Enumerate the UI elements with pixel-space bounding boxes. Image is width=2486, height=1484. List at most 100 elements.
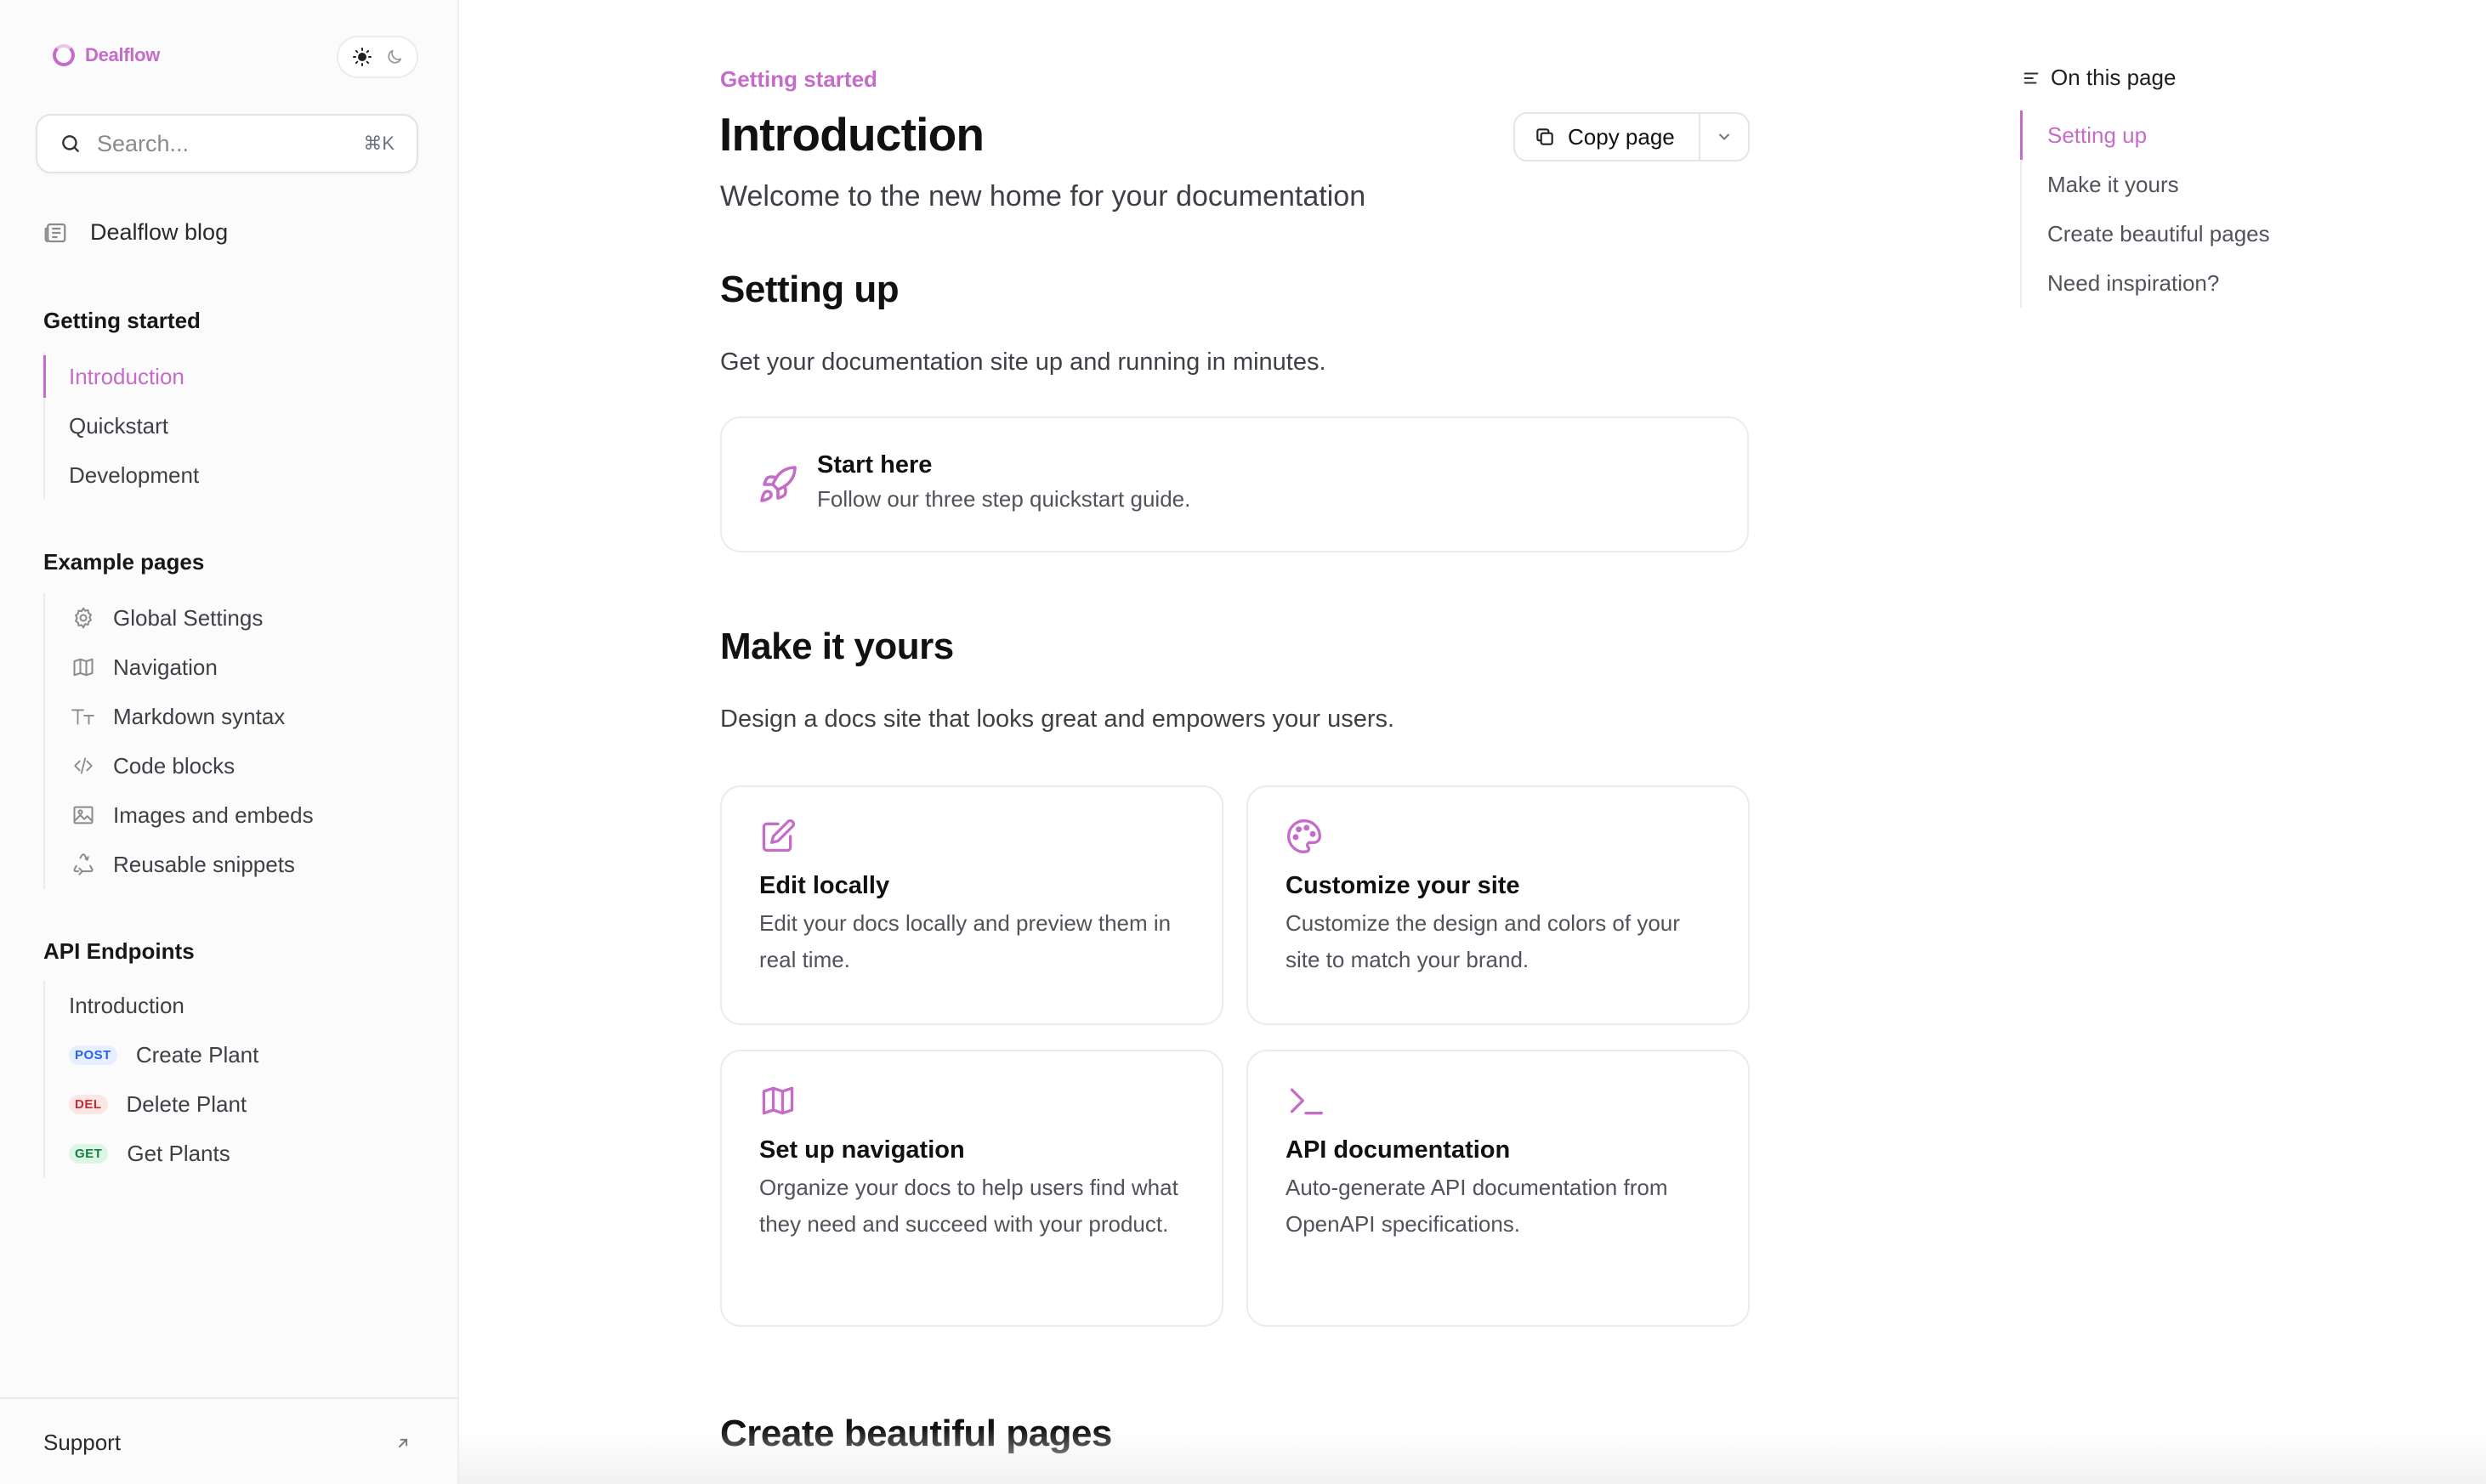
search-icon [60, 133, 82, 155]
card-description: Customize the design and colors of your … [1286, 910, 1680, 972]
sidebar-item-label: Create Plant [135, 1041, 259, 1068]
sidebar-item-label: Reusable snippets [113, 851, 295, 877]
start-here-card[interactable]: Start here Follow our three step quickst… [720, 416, 1749, 552]
copy-page-label: Copy page [1568, 123, 1675, 150]
newspaper-icon [43, 220, 68, 246]
sidebar-item-get-plants[interactable]: GET Get Plants [45, 1129, 419, 1178]
toc-item-create-beautiful-pages[interactable]: Create beautiful pages [2022, 209, 2270, 258]
group-title-api-endpoints: API Endpoints [43, 938, 195, 964]
group-title-getting-started: Getting started [43, 308, 201, 333]
search-shortcut: ⌘K [363, 133, 394, 154]
method-badge-get: GET [69, 1143, 109, 1164]
copy-page-group: Copy page [1513, 112, 1750, 161]
copy-page-button[interactable]: Copy page [1515, 114, 1699, 160]
sidebar: Dealflow Search... ⌘K Dealflow blog Gett… [0, 0, 459, 1484]
card-title: Set up navigation [759, 1136, 965, 1164]
group-api-endpoints: Introduction POST Create Plant DEL Delet… [43, 981, 419, 1178]
sun-icon[interactable] [352, 47, 372, 67]
code-icon [69, 755, 98, 777]
sidebar-item-markdown-syntax[interactable]: Markdown syntax [45, 692, 419, 741]
sidebar-item-label: Quickstart [69, 412, 169, 439]
sidebar-item-label: Navigation [113, 654, 218, 680]
card-edit-locally[interactable]: Edit locally Edit your docs locally and … [720, 785, 1223, 1025]
sidebar-item-images-and-embeds[interactable]: Images and embeds [45, 790, 419, 840]
sidebar-item-label: Code blocks [113, 752, 236, 779]
sidebar-item-label: Introduction [69, 363, 184, 389]
toc-item-setting-up[interactable]: Setting up [2020, 110, 2270, 160]
logo-icon [53, 44, 75, 66]
sidebar-item-quickstart[interactable]: Quickstart [45, 401, 419, 450]
card-description: Edit your docs locally and preview them … [759, 910, 1172, 972]
card-title: Start here [817, 451, 933, 479]
search-placeholder: Search... [97, 130, 190, 156]
sidebar-item-label: Delete Plant [126, 1090, 247, 1117]
sidebar-item-global-settings[interactable]: Global Settings [45, 593, 419, 643]
breadcrumb[interactable]: Getting started [720, 66, 877, 93]
sidebar-item-code-blocks[interactable]: Code blocks [45, 741, 419, 790]
sidebar-item-api-introduction[interactable]: Introduction [45, 981, 419, 1030]
support-link[interactable]: Support [0, 1397, 457, 1484]
card-title: Customize your site [1286, 872, 1520, 899]
map-icon [69, 655, 98, 679]
sidebar-item-development[interactable]: Development [45, 450, 419, 500]
sidebar-item-navigation[interactable]: Navigation [45, 643, 419, 692]
card-customize-site[interactable]: Customize your site Customize the design… [1246, 785, 1750, 1025]
sidebar-item-label: Get Plants [127, 1140, 230, 1166]
support-label: Support [43, 1430, 122, 1455]
rocket-icon [758, 464, 798, 505]
pencil-icon [759, 818, 1184, 855]
card-description: Auto-generate API documentation from Ope… [1286, 1175, 1668, 1237]
group-example-pages: Global Settings Navigation Markdown synt… [43, 593, 419, 889]
sidebar-item-label: Images and embeds [113, 801, 314, 828]
card-api-documentation[interactable]: API documentation Auto-generate API docu… [1246, 1050, 1750, 1327]
method-badge-del: DEL [69, 1094, 108, 1114]
sidebar-item-blog[interactable]: Dealflow blog [43, 219, 228, 246]
section-heading-make-it-yours: Make it yours [720, 626, 954, 667]
group-title-example-pages: Example pages [43, 549, 205, 575]
gear-icon [69, 606, 98, 630]
section-heading-setting-up: Setting up [720, 269, 900, 310]
toc-list: Setting up Make it yours Create beautifu… [2020, 110, 2270, 308]
sidebar-item-label: Markdown syntax [113, 703, 286, 729]
sidebar-item-delete-plant[interactable]: DEL Delete Plant [45, 1079, 419, 1129]
page-title: Introduction [719, 108, 985, 161]
palette-icon [1286, 818, 1711, 855]
card-set-up-navigation[interactable]: Set up navigation Organize your docs to … [720, 1050, 1223, 1327]
chevron-down-icon [1716, 128, 1733, 145]
search-input[interactable]: Search... ⌘K [36, 114, 418, 173]
text-size-icon [69, 705, 98, 728]
toc-item-need-inspiration[interactable]: Need inspiration? [2022, 258, 2270, 308]
group-getting-started: Introduction Quickstart Development [43, 352, 419, 500]
sidebar-item-create-plant[interactable]: POST Create Plant [45, 1030, 419, 1079]
logo-text: Dealflow [85, 44, 161, 65]
toc-heading: On this page [2022, 65, 2176, 91]
copy-options-dropdown[interactable] [1699, 114, 1748, 160]
toc-item-make-it-yours[interactable]: Make it yours [2022, 160, 2270, 209]
section-text-make-it-yours: Design a docs site that looks great and … [720, 705, 1395, 733]
method-badge-post: POST [69, 1045, 117, 1065]
theme-toggle[interactable] [337, 36, 418, 78]
image-icon [69, 803, 98, 827]
external-arrow-icon [394, 1435, 411, 1452]
toc-heading-label: On this page [2051, 65, 2177, 90]
card-description: Organize your docs to help users find wh… [759, 1175, 1178, 1237]
sidebar-item-label: Global Settings [113, 604, 264, 631]
card-title: API documentation [1286, 1136, 1511, 1164]
logo[interactable]: Dealflow [53, 44, 160, 66]
sidebar-item-reusable-snippets[interactable]: Reusable snippets [45, 840, 419, 889]
sidebar-item-label: Development [69, 462, 200, 488]
list-icon [2023, 71, 2039, 84]
sidebar-item-label: Introduction [69, 992, 184, 1018]
card-description: Follow our three step quickstart guide. [817, 486, 1191, 512]
moon-icon[interactable] [385, 48, 404, 66]
terminal-icon [1286, 1082, 1711, 1119]
map-icon [759, 1082, 1184, 1119]
sidebar-item-introduction[interactable]: Introduction [43, 352, 419, 401]
section-heading-create-beautiful-pages: Create beautiful pages [720, 1413, 1112, 1454]
copy-icon [1534, 126, 1556, 148]
section-text-setting-up: Get your documentation site up and runni… [720, 348, 1326, 376]
start-here-text: Start here Follow our three step quickst… [817, 451, 1190, 518]
page-subtitle: Welcome to the new home for your documen… [720, 180, 1366, 212]
sidebar-item-label: Dealflow blog [90, 219, 229, 245]
recycle-icon [69, 852, 98, 876]
